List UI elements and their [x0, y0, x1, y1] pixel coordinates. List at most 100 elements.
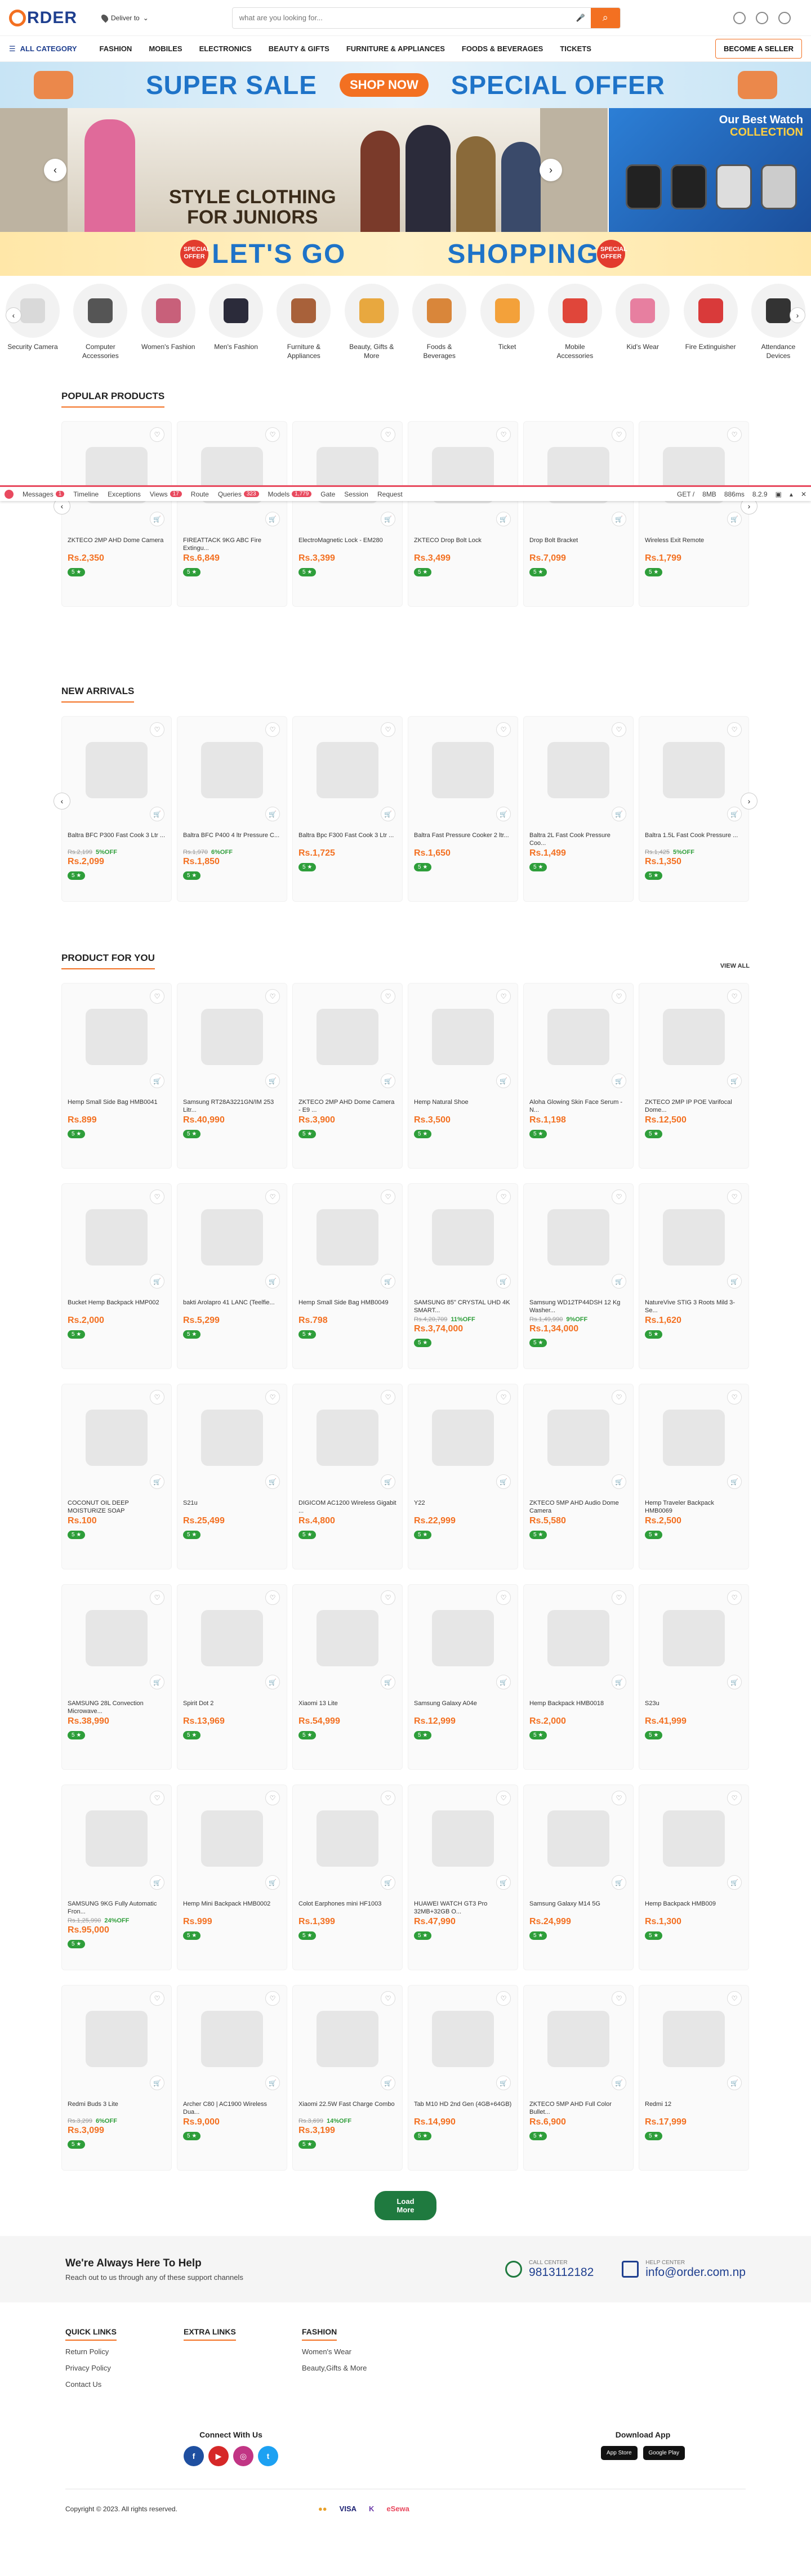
wishlist-heart-icon[interactable]: ♡: [150, 1390, 164, 1405]
search-button[interactable]: ⌕: [590, 7, 620, 28]
product-card[interactable]: ♡ 🛒 Redmi 12 Rs.17,999 5 ★: [639, 1985, 749, 2171]
product-card[interactable]: ♡ 🛒 Colot Earphones mini HF1003 Rs.1,399 5 ★: [292, 1785, 403, 1970]
wishlist-heart-icon[interactable]: ♡: [612, 989, 626, 1004]
product-card[interactable]: ♡ 🛒 ZKTECO 2MP AHD Dome Camera Rs.2,350 5 ★: [61, 421, 172, 607]
wishlist-heart-icon[interactable]: ♡: [496, 722, 511, 737]
add-to-cart-icon[interactable]: 🛒: [265, 512, 280, 526]
wishlist-heart-icon[interactable]: ♡: [265, 1991, 280, 2006]
product-card[interactable]: ♡ 🛒 SAMSUNG 85" CRYSTAL UHD 4K SMART... Rs.…: [408, 1183, 518, 1369]
wishlist-heart-icon[interactable]: ♡: [150, 1189, 164, 1204]
logo[interactable]: RDER: [9, 8, 77, 28]
product-card[interactable]: ♡ 🛒 Aloha Glowing Skin Face Serum -N... Rs.…: [523, 983, 634, 1169]
add-to-cart-icon[interactable]: 🛒: [496, 512, 511, 526]
facebook-icon[interactable]: f: [184, 2446, 204, 2466]
wishlist-heart-icon[interactable]: ♡: [727, 989, 742, 1004]
product-card[interactable]: ♡ 🛒 Redmi Buds 3 Lite Rs.3,299 6%OFF Rs.3,099…: [61, 1985, 172, 2171]
product-card[interactable]: ♡ 🛒 HUAWEI WATCH GT3 Pro 32MB+32GB O... Rs.…: [408, 1785, 518, 1970]
nav-link[interactable]: FASHION: [100, 44, 132, 53]
wishlist-heart-icon[interactable]: ♡: [496, 1390, 511, 1405]
product-card[interactable]: ♡ 🛒 SAMSUNG 9KG Fully Automatic Fron... Rs.…: [61, 1785, 172, 1970]
product-card[interactable]: ♡ 🛒 Hemp Small Side Bag HMB0041 Rs.899 5 ★: [61, 983, 172, 1169]
product-card[interactable]: ♡ 🛒 Wireless Exit Remote Rs.1,799 5 ★: [639, 421, 749, 607]
wishlist-heart-icon[interactable]: ♡: [265, 722, 280, 737]
add-to-cart-icon[interactable]: 🛒: [612, 1675, 626, 1689]
wishlist-heart-icon[interactable]: ♡: [381, 1590, 395, 1605]
add-to-cart-icon[interactable]: 🛒: [612, 512, 626, 526]
hero-prev-arrow[interactable]: ‹: [44, 159, 66, 181]
add-to-cart-icon[interactable]: 🛒: [496, 1074, 511, 1088]
product-card[interactable]: ♡ 🛒 Hemp Small Side Bag HMB0049 Rs.798 5 ★: [292, 1183, 403, 1369]
debugbar-tab[interactable]: Timeline: [73, 490, 99, 498]
twitter-icon[interactable]: t: [258, 2446, 278, 2466]
add-to-cart-icon[interactable]: 🛒: [265, 1875, 280, 1890]
add-to-cart-icon[interactable]: 🛒: [265, 2076, 280, 2090]
product-card[interactable]: ♡ 🛒 DIGICOM AC1200 Wireless Gigabit ... Rs.…: [292, 1384, 403, 1569]
product-card[interactable]: ♡ 🛒 bakti Arolapro 41 LANC (Teelfie... Rs.5…: [177, 1183, 287, 1369]
help-center[interactable]: HELP CENTER info@order.com.np: [622, 2260, 746, 2279]
notification-icon[interactable]: [733, 11, 746, 24]
category-item[interactable]: Fire Extinguisher: [683, 284, 739, 355]
add-to-cart-icon[interactable]: 🛒: [150, 807, 164, 821]
add-to-cart-icon[interactable]: 🛒: [496, 2076, 511, 2090]
product-card[interactable]: ♡ 🛒 Samsung Galaxy M14 5G Rs.24,999 5 ★: [523, 1785, 634, 1970]
add-to-cart-icon[interactable]: 🛒: [381, 1875, 395, 1890]
product-card[interactable]: ♡ 🛒 ZKTECO Drop Bolt Lock Rs.3,499 5 ★: [408, 421, 518, 607]
store-badge[interactable]: Google Play: [643, 2446, 685, 2460]
product-card[interactable]: ♡ 🛒 Samsung RT28A3221GN/IM 253 Litr... Rs.4…: [177, 983, 287, 1169]
category-item[interactable]: Kid's Wear: [614, 284, 671, 355]
add-to-cart-icon[interactable]: 🛒: [612, 1074, 626, 1088]
product-card[interactable]: ♡ 🛒 Hemp Natural Shoe Rs.3,500 5 ★: [408, 983, 518, 1169]
nav-link[interactable]: FURNITURE & APPLIANCES: [346, 44, 445, 53]
debugbar-tab[interactable]: Exceptions: [108, 490, 141, 498]
nav-link[interactable]: FOODS & BEVERAGES: [462, 44, 543, 53]
add-to-cart-icon[interactable]: 🛒: [381, 2076, 395, 2090]
wishlist-heart-icon[interactable]: ♡: [381, 1991, 395, 2006]
add-to-cart-icon[interactable]: 🛒: [150, 1474, 164, 1489]
product-card[interactable]: ♡ 🛒 Baltra 2L Fast Cook Pressure Coo... Rs.…: [523, 716, 634, 902]
product-card[interactable]: ♡ 🛒 Xiaomi 22.5W Fast Charge Combo Rs.3,699…: [292, 1985, 403, 2171]
product-card[interactable]: ♡ 🛒 Drop Bolt Bracket Rs.7,099 5 ★: [523, 421, 634, 607]
product-card[interactable]: ♡ 🛒 Hemp Backpack HMB0018 Rs.2,000 5 ★: [523, 1584, 634, 1770]
wishlist-heart-icon[interactable]: ♡: [265, 1791, 280, 1805]
wishlist-heart-icon[interactable]: ♡: [612, 427, 626, 442]
wishlist-heart-icon[interactable]: ♡: [265, 1590, 280, 1605]
add-to-cart-icon[interactable]: 🛒: [727, 1474, 742, 1489]
view-all-link[interactable]: VIEW ALL: [720, 963, 750, 969]
add-to-cart-icon[interactable]: 🛒: [496, 1274, 511, 1289]
wishlist-heart-icon[interactable]: ♡: [612, 1189, 626, 1204]
add-to-cart-icon[interactable]: 🛒: [150, 1675, 164, 1689]
hero-slider[interactable]: STYLE CLOTHING FOR JUNIORS ‹ ›: [0, 108, 608, 232]
product-card[interactable]: ♡ 🛒 S21u Rs.25,499 5 ★: [177, 1384, 287, 1569]
search-input[interactable]: [232, 14, 571, 22]
category-prev-arrow[interactable]: ‹: [6, 307, 21, 323]
wishlist-heart-icon[interactable]: ♡: [612, 1590, 626, 1605]
add-to-cart-icon[interactable]: 🛒: [150, 1074, 164, 1088]
nav-link[interactable]: TICKETS: [560, 44, 591, 53]
wishlist-heart-icon[interactable]: ♡: [612, 722, 626, 737]
product-card[interactable]: ♡ 🛒 ZKTECO 5MP AHD Full Color Bullet... Rs.…: [523, 1985, 634, 2171]
footer-link[interactable]: Contact Us: [65, 2380, 150, 2389]
add-to-cart-icon[interactable]: 🛒: [727, 1675, 742, 1689]
hero-next-arrow[interactable]: ›: [540, 159, 562, 181]
add-to-cart-icon[interactable]: 🛒: [381, 1474, 395, 1489]
add-to-cart-icon[interactable]: 🛒: [727, 1875, 742, 1890]
debugbar-tab[interactable]: Route: [191, 490, 209, 498]
add-to-cart-icon[interactable]: 🛒: [612, 1875, 626, 1890]
add-to-cart-icon[interactable]: 🛒: [727, 1074, 742, 1088]
add-to-cart-icon[interactable]: 🛒: [727, 2076, 742, 2090]
shop-now-button[interactable]: SHOP NOW: [339, 73, 429, 97]
debugbar-logo-icon[interactable]: [5, 489, 14, 499]
wishlist-heart-icon[interactable]: ♡: [496, 1991, 511, 2006]
footer-link[interactable]: Return Policy: [65, 2347, 150, 2356]
add-to-cart-icon[interactable]: 🛒: [612, 807, 626, 821]
add-to-cart-icon[interactable]: 🛒: [381, 1274, 395, 1289]
add-to-cart-icon[interactable]: 🛒: [496, 1474, 511, 1489]
product-card[interactable]: ♡ 🛒 Y22 Rs.22,999 5 ★: [408, 1384, 518, 1569]
wishlist-heart-icon[interactable]: ♡: [381, 1390, 395, 1405]
add-to-cart-icon[interactable]: 🛒: [265, 1675, 280, 1689]
debugbar-close-icon[interactable]: ✕: [801, 490, 806, 498]
product-card[interactable]: ♡ 🛒 COCONUT OIL DEEP MOISTURIZE SOAP Rs.100…: [61, 1384, 172, 1569]
footer-link[interactable]: Women's Wear: [302, 2347, 386, 2356]
wishlist-heart-icon[interactable]: ♡: [496, 989, 511, 1004]
wishlist-heart-icon[interactable]: ♡: [265, 989, 280, 1004]
